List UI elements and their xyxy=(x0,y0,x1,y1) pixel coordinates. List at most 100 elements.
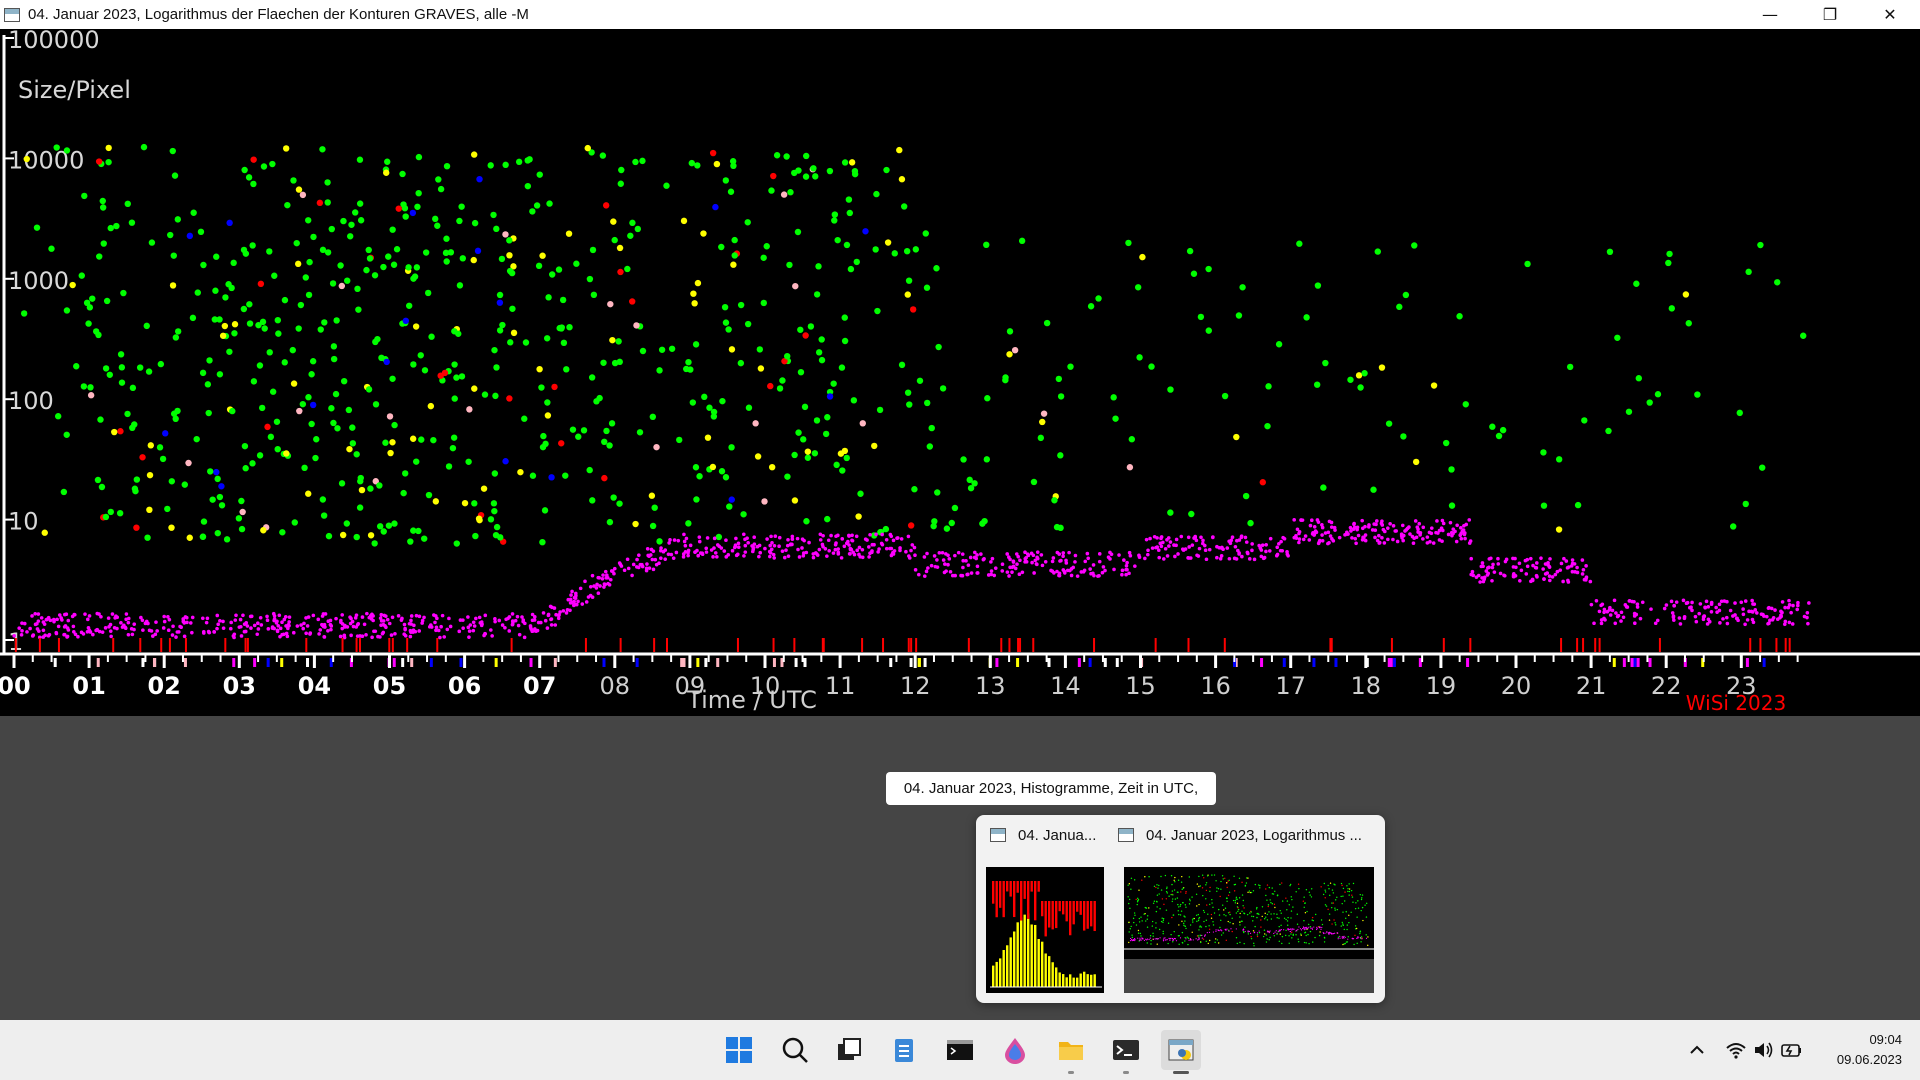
data-point-magenta xyxy=(1766,621,1770,626)
battery-icon[interactable] xyxy=(1780,1038,1804,1062)
thumb-point xyxy=(1162,939,1165,941)
paint-drop-icon[interactable] xyxy=(995,1030,1035,1070)
chevron-up-icon[interactable] xyxy=(1684,1037,1710,1063)
system-clock[interactable]: 09:04 09.06.2023 xyxy=(1837,1030,1902,1070)
data-point-yellow xyxy=(41,529,48,536)
preview-item-logarithm[interactable]: 04. Januar 2023, Logarithmus ... xyxy=(1110,823,1380,847)
data-point-magenta xyxy=(239,634,244,638)
data-point-magenta xyxy=(396,614,401,618)
data-point-magenta xyxy=(1530,578,1535,583)
thumb-point xyxy=(1340,882,1343,885)
data-point-green xyxy=(794,228,802,236)
data-point-green xyxy=(760,254,767,261)
data-point-magenta xyxy=(935,565,940,569)
data-point-magenta xyxy=(1453,529,1457,534)
data-point-magenta xyxy=(553,623,558,627)
data-point-magenta xyxy=(1120,572,1124,577)
data-point-green xyxy=(430,436,437,444)
data-point-magenta xyxy=(233,618,238,622)
data-point-magenta xyxy=(385,617,390,622)
data-point-magenta xyxy=(1239,535,1244,540)
thumb-bar xyxy=(1051,901,1054,930)
data-point-magenta xyxy=(1391,524,1396,528)
python-app-icon[interactable] xyxy=(1161,1030,1201,1074)
data-point-green xyxy=(1087,303,1095,310)
thumb-point xyxy=(1297,938,1299,940)
terminal-icon[interactable] xyxy=(940,1030,980,1070)
data-point-green xyxy=(658,346,666,353)
data-point-magenta xyxy=(989,569,994,573)
thumb-point xyxy=(1217,942,1220,944)
notepad-icon[interactable] xyxy=(884,1030,924,1070)
data-point-green xyxy=(1296,240,1303,247)
search-icon[interactable] xyxy=(775,1030,815,1070)
data-point-green xyxy=(328,225,335,233)
data-point-magenta xyxy=(1346,532,1350,536)
data-point-magenta xyxy=(1613,621,1618,626)
preview-item-histogram[interactable]: 04. Janua... xyxy=(982,823,1104,847)
data-point-magenta xyxy=(471,620,476,625)
data-point-green xyxy=(332,390,340,398)
thumb-point xyxy=(1350,911,1352,913)
data-point-green xyxy=(103,297,111,305)
data-point-magenta xyxy=(772,544,777,548)
data-point-green xyxy=(930,522,937,530)
taskbar: 09:04 09.06.2023 xyxy=(0,1020,1920,1080)
thumb-bar xyxy=(1002,949,1005,987)
data-point-magenta xyxy=(612,566,617,571)
data-point-magenta xyxy=(1083,559,1088,564)
thumb-point xyxy=(1276,932,1278,934)
data-point-magenta xyxy=(1275,545,1280,550)
thumb-point xyxy=(1239,921,1241,923)
data-point-magenta xyxy=(635,557,639,562)
data-point-yellow xyxy=(219,332,227,339)
minimize-button[interactable]: — xyxy=(1740,0,1800,29)
thumb-point xyxy=(1365,902,1368,905)
thumb-point xyxy=(1324,889,1326,891)
thumb-point xyxy=(1137,937,1139,939)
speaker-icon[interactable] xyxy=(1752,1038,1776,1062)
close-button[interactable]: ✕ xyxy=(1860,0,1920,29)
thumb-point xyxy=(1157,887,1159,889)
data-point-magenta xyxy=(1061,551,1066,555)
data-point-magenta xyxy=(372,629,376,634)
data-point-green xyxy=(1188,510,1195,518)
window-titlebar[interactable]: 04. Januar 2023, Logarithmus der Flaeche… xyxy=(0,0,1920,29)
thumb-point xyxy=(1302,900,1305,902)
preview-thumbnail-logarithm[interactable] xyxy=(1124,867,1374,993)
thumb-point xyxy=(1137,897,1139,900)
thumb-point xyxy=(1148,876,1150,878)
data-point-magenta xyxy=(1075,574,1080,578)
data-point-magenta xyxy=(800,546,804,550)
data-point-magenta xyxy=(711,555,715,559)
data-point-magenta xyxy=(763,546,767,551)
data-point-magenta xyxy=(1706,605,1711,609)
restore-button[interactable]: ❐ xyxy=(1800,0,1860,29)
task-view-icon[interactable] xyxy=(829,1030,869,1070)
data-point-magenta xyxy=(97,612,101,616)
data-point-magenta xyxy=(1410,534,1415,539)
data-point-pink xyxy=(386,413,394,420)
data-point-green xyxy=(715,533,723,541)
wifi-icon[interactable] xyxy=(1724,1038,1748,1062)
data-point-green xyxy=(559,296,567,304)
windows-start-icon[interactable] xyxy=(719,1030,759,1070)
data-point-magenta xyxy=(1071,565,1076,570)
data-point-green xyxy=(424,289,432,297)
x-tick-label: 06 xyxy=(448,672,481,700)
data-point-green xyxy=(601,438,608,446)
data-point-yellow xyxy=(648,492,656,499)
data-point-magenta xyxy=(1157,555,1162,560)
data-point-blue xyxy=(728,496,735,503)
data-point-magenta xyxy=(1614,611,1618,615)
data-point-magenta xyxy=(271,611,276,616)
file-explorer-icon[interactable] xyxy=(1051,1030,1091,1074)
data-point-green xyxy=(563,366,570,373)
console-icon[interactable] xyxy=(1106,1030,1146,1074)
thumb-point xyxy=(1311,916,1314,919)
data-point-magenta xyxy=(1065,568,1070,573)
thumb-point xyxy=(1138,921,1141,923)
data-point-magenta xyxy=(41,628,46,633)
data-point-green xyxy=(1051,497,1058,504)
preview-thumbnail-histogram[interactable] xyxy=(986,867,1104,993)
